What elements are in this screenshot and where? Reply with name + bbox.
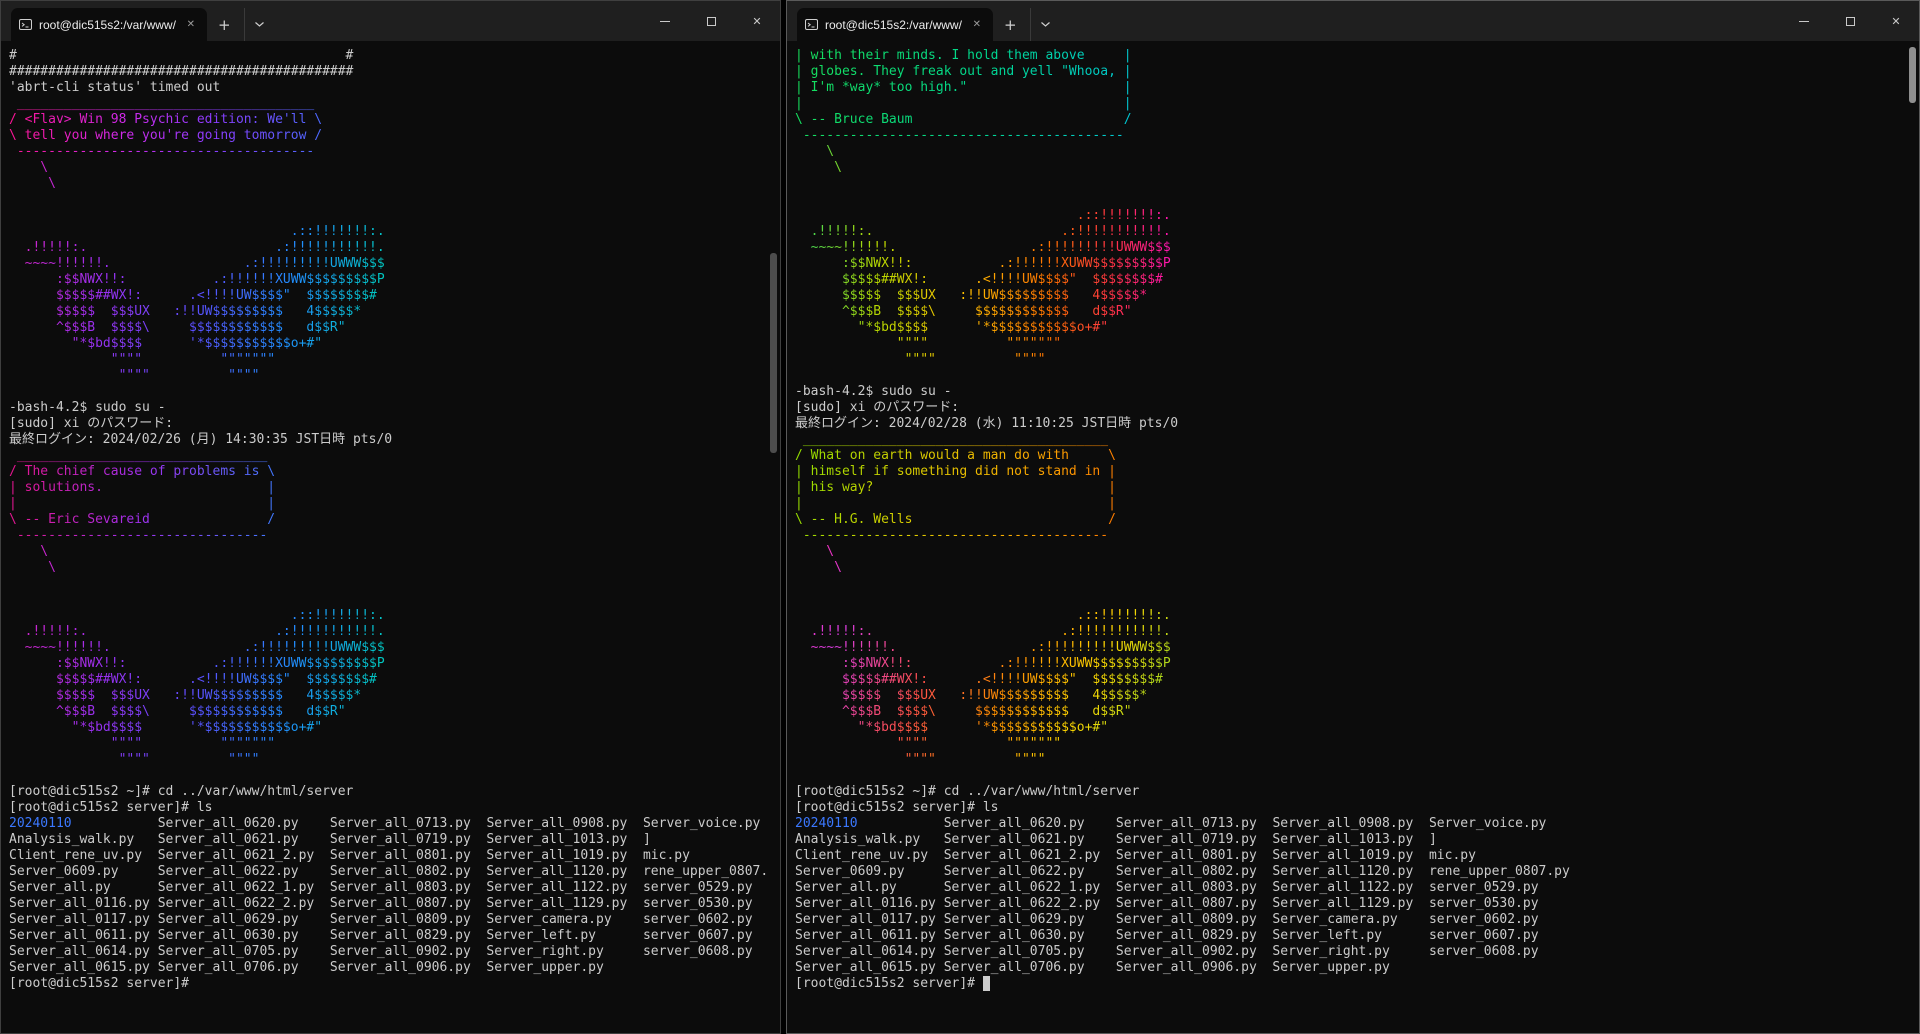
ls-row: Server_all_0117.py Server_all_0629.py Se… (795, 912, 1905, 928)
tab-title: root@dic515s2:/var/www/htm (825, 18, 962, 32)
terminal-icon (19, 18, 32, 31)
shell-prompt: [root@dic515s2 server]# (795, 976, 1905, 992)
ls-row: 20240110 Server_all_0620.py Server_all_0… (9, 816, 766, 832)
minimize-button[interactable] (642, 1, 688, 41)
cowsay-ascii-art: \ \ .::!!!!!!!:. .!!!!!:. .:!!!!!!!!!!!.… (795, 544, 1171, 768)
terminal-cursor (983, 976, 990, 991)
new-tab-button[interactable]: + (207, 8, 242, 41)
ls-row: Server_all_0611.py Server_all_0630.py Se… (9, 928, 766, 944)
window-controls: ✕ (642, 1, 780, 41)
terminal-content[interactable]: | with their minds. I hold them above | … (787, 41, 1919, 1033)
cowsay-quote-flav: ______________________________________ /… (9, 96, 322, 160)
chevron-down-icon (254, 21, 265, 28)
ls-row: Server_0609.py Server_all_0622.py Server… (9, 864, 766, 880)
maximize-button[interactable] (688, 1, 734, 41)
maximize-button[interactable] (1827, 1, 1873, 41)
cowsay-ascii-art: \ \ .::!!!!!!!:. .!!!!!:. .:!!!!!!!!!!!.… (795, 144, 1171, 368)
cowsay-quote-sevareid: ________________________________ / The c… (9, 448, 275, 544)
maximize-icon (707, 17, 716, 26)
ls-row: Server_all.py Server_all_0622_1.py Serve… (9, 880, 766, 896)
ls-row: Server_all_0614.py Server_all_0705.py Se… (9, 944, 766, 960)
ls-row: Server_all_0614.py Server_all_0705.py Se… (795, 944, 1905, 960)
tab-bar: root@dic515s2:/var/www/htm ✕ + ✕ (787, 1, 1919, 41)
ls-row: Client_rene_uv.py Server_all_0621_2.py S… (9, 848, 766, 864)
new-tab-button[interactable]: + (993, 8, 1028, 41)
tab-title: root@dic515s2:/var/www/htm (39, 18, 176, 32)
ls-row: Analysis_walk.py Server_all_0621.py Serv… (795, 832, 1905, 848)
motd-banner: # # ####################################… (9, 48, 766, 96)
close-button[interactable]: ✕ (734, 1, 780, 41)
chevron-down-icon (1040, 21, 1051, 28)
ls-row: Analysis_walk.py Server_all_0621.py Serv… (9, 832, 766, 848)
minimize-icon (1799, 21, 1809, 22)
shell-commands: [root@dic515s2 ~]# cd ../var/www/html/se… (795, 768, 1905, 816)
ls-row: Server_all_0611.py Server_all_0630.py Se… (795, 928, 1905, 944)
cowsay-quote-baum: | with their minds. I hold them above | … (795, 48, 1132, 144)
scrollbar-thumb[interactable] (770, 253, 777, 453)
tab-close-icon[interactable]: ✕ (183, 17, 199, 32)
shell-commands: [root@dic515s2 ~]# cd ../var/www/html/se… (9, 768, 766, 816)
tab-dropdown-button[interactable] (1030, 8, 1060, 41)
directory-name: 20240110 (9, 816, 72, 831)
minimize-button[interactable] (1781, 1, 1827, 41)
maximize-icon (1846, 17, 1855, 26)
minimize-icon (660, 21, 670, 22)
shell-login-output: -bash-4.2$ sudo su - [sudo] xi のパスワード: 最… (795, 368, 1905, 432)
ls-row-files: Server_all_0620.py Server_all_0713.py Se… (72, 816, 761, 831)
tab-close-icon[interactable]: ✕ (969, 17, 985, 32)
ls-row: Server_all.py Server_all_0622_1.py Serve… (795, 880, 1905, 896)
shell-login-output: -bash-4.2$ sudo su - [sudo] xi のパスワード: 最… (9, 384, 766, 448)
tab-dropdown-button[interactable] (244, 8, 274, 41)
ls-row: Server_0609.py Server_all_0622.py Server… (795, 864, 1905, 880)
terminal-icon (805, 18, 818, 31)
scrollbar[interactable] (1906, 41, 1919, 1033)
cowsay-ascii-art: \ \ .::!!!!!!!:. .!!!!!:. .:!!!!!!!!!!!.… (9, 544, 385, 768)
tab-ssh-session[interactable]: root@dic515s2:/var/www/htm ✕ (11, 8, 207, 41)
directory-name: 20240110 (795, 816, 858, 831)
scrollbar-thumb[interactable] (1909, 47, 1916, 103)
ls-row: Server_all_0116.py Server_all_0622_2.py … (795, 896, 1905, 912)
window-controls: ✕ (1781, 1, 1919, 41)
terminal-content[interactable]: # # ####################################… (1, 41, 780, 1033)
close-button[interactable]: ✕ (1873, 1, 1919, 41)
ls-row: Server_all_0615.py Server_all_0706.py Se… (795, 960, 1905, 976)
ls-row-files: Server_all_0620.py Server_all_0713.py Se… (858, 816, 1547, 831)
terminal-window-right: root@dic515s2:/var/www/htm ✕ + ✕ | with … (786, 0, 1920, 1034)
tab-bar: root@dic515s2:/var/www/htm ✕ + ✕ (1, 1, 780, 41)
tab-ssh-session[interactable]: root@dic515s2:/var/www/htm ✕ (797, 8, 993, 41)
ls-row: Server_all_0116.py Server_all_0622_2.py … (9, 896, 766, 912)
cowsay-quote-wells: _______________________________________ … (795, 432, 1116, 544)
cowsay-ascii-art: \ \ .::!!!!!!!:. .!!!!!:. .:!!!!!!!!!!!.… (9, 160, 385, 384)
shell-prompt-text: [root@dic515s2 server]# (795, 976, 983, 991)
ls-row: Server_all_0117.py Server_all_0629.py Se… (9, 912, 766, 928)
ls-row: 20240110 Server_all_0620.py Server_all_0… (795, 816, 1905, 832)
scrollbar[interactable] (767, 41, 780, 1033)
ls-row: Client_rene_uv.py Server_all_0621_2.py S… (795, 848, 1905, 864)
shell-prompt: [root@dic515s2 server]# (9, 976, 766, 992)
ls-row: Server_all_0615.py Server_all_0706.py Se… (9, 960, 766, 976)
terminal-window-left: root@dic515s2:/var/www/htm ✕ + ✕ # # ###… (0, 0, 781, 1034)
